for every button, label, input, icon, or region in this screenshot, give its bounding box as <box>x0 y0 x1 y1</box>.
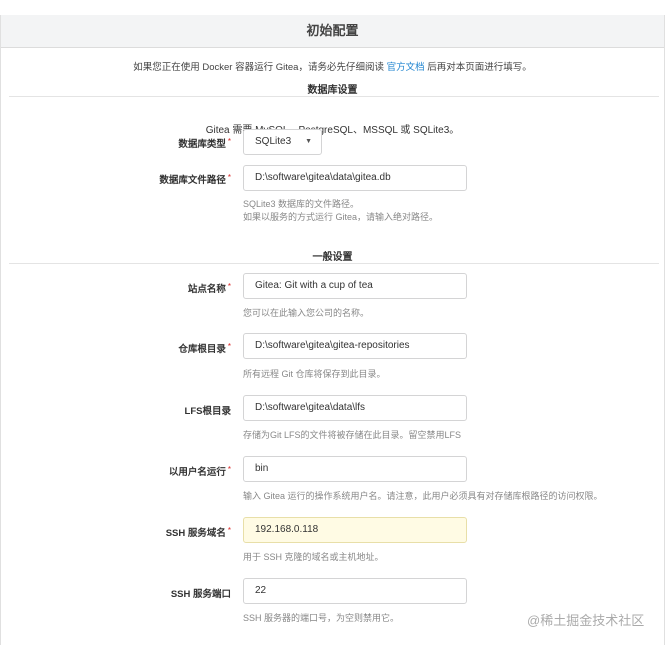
official-docs-link[interactable]: 官方文档 <box>387 62 425 73</box>
db-requirements-text: Gitea 需要 MySQL、PostgreSQL、MSSQL 或 SQLite… <box>205 125 460 136</box>
db-type-select[interactable]: SQLite3 ▼ <box>243 129 322 155</box>
db-type-label-text: 数据库类型 <box>178 139 226 150</box>
db-path-input[interactable]: D:\software\gitea\data\gitea.db <box>243 165 467 191</box>
run-user-label-text: 以用户名运行 <box>168 467 226 478</box>
repo-root-label-text: 仓库根目录 <box>178 344 226 355</box>
install-form-panel: 初始配置 如果您正在使用 Docker 容器运行 Gitea，请务必先仔细阅读 … <box>0 15 665 645</box>
required-asterisk: * <box>227 465 231 474</box>
db-path-help-line-1: SQLite3 数据库的文件路径。 <box>243 199 360 209</box>
db-path-help-line-2: 如果以服务的方式运行 Gitea，请输入绝对路径。 <box>243 212 439 222</box>
general-section-title: 一般设置 <box>312 252 353 263</box>
site-name-label: 站点名称 * <box>1 281 231 295</box>
lfs-root-label-text: LFS根目录 <box>184 406 231 417</box>
repo-root-label: 仓库根目录 * <box>1 341 231 355</box>
db-section-title: 数据库设置 <box>307 85 358 96</box>
required-asterisk: * <box>227 173 231 182</box>
site-name-help: 您可以在此输入您公司的名称。 <box>243 308 370 318</box>
db-path-label: 数据库文件路径 * <box>1 172 231 186</box>
ssh-port-help: SSH 服务器的端口号，为空则禁用它。 <box>243 613 400 623</box>
repo-root-help: 所有远程 Git 仓库将保存到此目录。 <box>243 369 386 379</box>
ssh-port-label-text: SSH 服务端口 <box>170 589 231 600</box>
lfs-root-help: 存储为Git LFS的文件将被存储在此目录。留空禁用LFS <box>243 430 462 440</box>
site-name-input[interactable]: Gitea: Git with a cup of tea <box>243 273 467 299</box>
docker-notice: 如果您正在使用 Docker 容器运行 Gitea，请务必先仔细阅读 官方文档 … <box>1 59 664 73</box>
notice-text-after: 后再对本页面进行填写。 <box>424 62 532 73</box>
ssh-domain-input[interactable]: 192.168.0.118 <box>243 517 467 543</box>
site-name-label-text: 站点名称 <box>187 284 226 295</box>
ssh-domain-label-text: SSH 服务域名 <box>165 528 226 539</box>
required-asterisk: * <box>227 342 231 351</box>
db-section-divider <box>9 96 659 97</box>
lfs-root-label: LFS根目录 <box>1 403 231 417</box>
required-asterisk: * <box>227 526 231 535</box>
db-type-label: 数据库类型 * <box>1 136 231 150</box>
ssh-port-label: SSH 服务端口 <box>1 586 231 600</box>
ssh-domain-label: SSH 服务域名 * <box>1 525 231 539</box>
ssh-port-input[interactable]: 22 <box>243 578 467 604</box>
page-title: 初始配置 <box>1 15 664 48</box>
general-section-divider <box>9 263 659 264</box>
ssh-domain-help: 用于 SSH 克隆的域名或主机地址。 <box>243 552 384 562</box>
run-user-input[interactable]: bin <box>243 456 467 482</box>
lfs-root-input[interactable]: D:\software\gitea\data\lfs <box>243 395 467 421</box>
required-asterisk: * <box>227 137 231 146</box>
db-path-help: SQLite3 数据库的文件路径。如果以服务的方式运行 Gitea，请输入绝对路… <box>243 198 438 224</box>
dropdown-caret-icon: ▼ <box>305 138 312 145</box>
repo-root-input[interactable]: D:\software\gitea\gitea-repositories <box>243 333 467 359</box>
db-type-value: SQLite3 <box>255 136 292 147</box>
required-asterisk: * <box>227 282 231 291</box>
db-path-label-text: 数据库文件路径 <box>159 175 226 186</box>
run-user-help: 输入 Gitea 运行的操作系统用户名。请注意，此用户必须具有对存储库根路径的访… <box>243 491 603 501</box>
watermark: @稀土掘金技术社区 <box>527 613 645 628</box>
run-user-label: 以用户名运行 * <box>1 464 231 478</box>
notice-text-before: 如果您正在使用 Docker 容器运行 Gitea，请务必先仔细阅读 <box>133 62 387 73</box>
